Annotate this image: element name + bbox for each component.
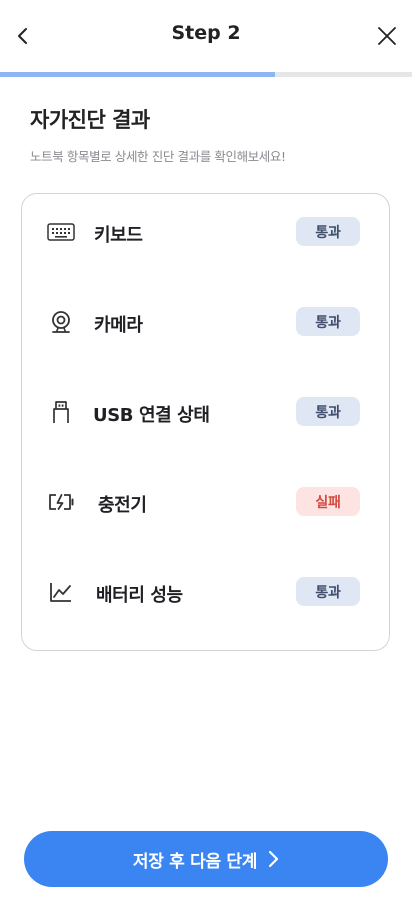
status-badge: 통과 [296, 307, 360, 336]
top-app-bar: Step 2 [0, 0, 412, 72]
result-label: 배터리 성능 [96, 585, 183, 606]
save-and-next-button[interactable]: 저장 후 다음 단계 [24, 831, 388, 887]
self-diagnosis-result-screen: Step 2 자가진단 결과 노트북 항목별로 상세한 진단 결과를 확인해보세… [0, 0, 412, 917]
status-badge: 실패 [296, 487, 360, 516]
diagnosis-results-card: 키보드 통과 카메라 통과 USB 연결 상태 통과 충전기 실패 배터리 성능… [21, 193, 390, 651]
result-row-camera: 카메라 통과 [22, 302, 389, 342]
status-badge: 통과 [296, 217, 360, 246]
result-row-charger: 충전기 실패 [22, 482, 389, 522]
keyboard-icon [46, 220, 76, 244]
result-row-usb: USB 연결 상태 통과 [22, 392, 389, 432]
chevron-right-icon [267, 850, 279, 868]
chart-line-icon [46, 580, 76, 604]
webcam-icon [46, 310, 76, 334]
result-label: USB 연결 상태 [93, 405, 210, 426]
close-icon [378, 27, 396, 45]
section-title: 자가진단 결과 [30, 108, 150, 132]
result-row-keyboard: 키보드 통과 [22, 212, 389, 252]
status-badge: 통과 [296, 577, 360, 606]
section-subtitle: 노트북 항목별로 상세한 진단 결과를 확인해보세요! [30, 149, 286, 164]
result-row-battery-performance: 배터리 성능 통과 [22, 572, 389, 612]
result-label: 키보드 [94, 225, 143, 246]
step-progress-bar [0, 72, 412, 77]
usb-icon [46, 400, 76, 424]
page-title: Step 2 [171, 22, 241, 44]
progress-fill [0, 72, 275, 77]
result-label: 카메라 [94, 315, 143, 336]
battery-charging-icon [46, 490, 76, 514]
save-and-next-label: 저장 후 다음 단계 [132, 851, 258, 872]
result-label: 충전기 [98, 495, 147, 516]
close-button[interactable] [371, 20, 403, 52]
status-badge: 통과 [296, 397, 360, 426]
